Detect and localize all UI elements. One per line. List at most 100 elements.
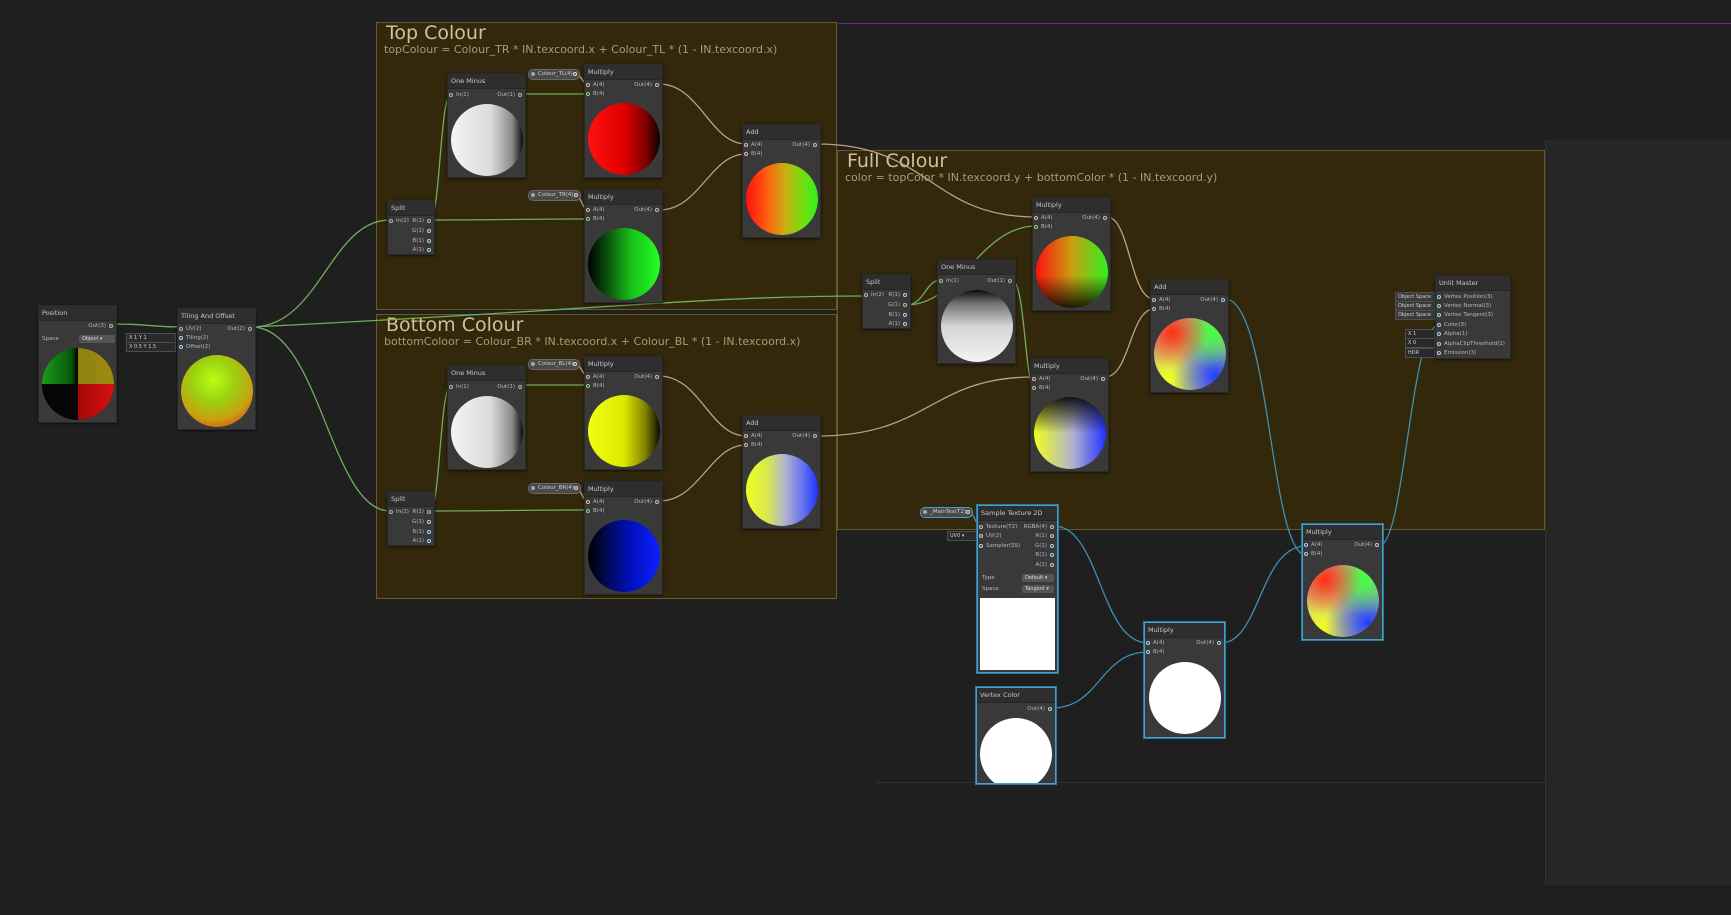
port-in[interactable]: In(1) xyxy=(448,383,469,391)
property-maintex[interactable]: _MainTex(T2) xyxy=(920,507,973,518)
field-value[interactable]: 0.5 xyxy=(134,344,142,350)
port-dot[interactable] xyxy=(655,500,659,504)
port-dot[interactable] xyxy=(1375,543,1379,547)
port-out[interactable]: Out(4) xyxy=(1080,375,1106,383)
port-a[interactable]: A(4) xyxy=(1303,541,1323,549)
port-a[interactable]: A(1) xyxy=(888,320,908,328)
port-dot[interactable] xyxy=(179,336,183,340)
port-b[interactable]: B(1) xyxy=(888,311,908,319)
port-dot[interactable] xyxy=(744,443,748,447)
port-tiling[interactable]: Tiling(2) xyxy=(178,334,209,342)
port-out[interactable]: Out(4) xyxy=(792,432,818,440)
node-split-top[interactable]: Split In(2) R(1) G(1) B(1) A(1) xyxy=(387,200,435,255)
vertex-tangent-space[interactable]: Object Space xyxy=(1395,310,1435,320)
port-out[interactable]: Out(1) xyxy=(497,91,523,99)
port-dot[interactable] xyxy=(1008,279,1012,283)
space-dropdown[interactable]: Tangent ▾ xyxy=(1022,585,1054,593)
port-out[interactable]: Out(1) xyxy=(987,277,1013,285)
node-unlit-master[interactable]: Unlit Master Vertex Position(3) Vertex N… xyxy=(1435,275,1511,359)
port-a[interactable]: A(4) xyxy=(585,206,605,214)
port-g[interactable]: G(1) xyxy=(412,518,432,526)
port-b[interactable]: B(1) xyxy=(412,237,432,245)
port-r[interactable]: R(1) xyxy=(888,291,908,299)
port-dot[interactable] xyxy=(1437,332,1441,336)
port-dot[interactable] xyxy=(586,509,590,513)
port-sampler[interactable]: Sampler(SS) xyxy=(978,542,1020,550)
port-alpha[interactable]: Alpha(1) xyxy=(1436,330,1467,338)
port-dot[interactable] xyxy=(979,534,983,538)
port-texture[interactable]: Texture(T2) xyxy=(978,523,1017,531)
port-b[interactable]: B(4) xyxy=(585,382,605,390)
property-colour-bl[interactable]: Colour_BL(4) xyxy=(528,359,581,370)
port-dot[interactable] xyxy=(979,544,983,548)
node-multiply-br[interactable]: Multiply A(4) B(4) Out(4) xyxy=(584,481,663,595)
port-dot[interactable] xyxy=(1032,377,1036,381)
port-dot[interactable] xyxy=(1152,298,1156,302)
port-dot[interactable] xyxy=(1034,225,1038,229)
port-dot[interactable] xyxy=(1437,313,1441,317)
port-alpha-clip[interactable]: AlphaClipThreshold(1) xyxy=(1436,340,1505,348)
port-out[interactable]: Out(4) xyxy=(1082,214,1108,222)
port-out[interactable]: Out(4) xyxy=(1354,541,1380,549)
field-value[interactable]: 1 xyxy=(143,335,146,341)
port-vertex-tangent[interactable]: Vertex Tangent(3) xyxy=(1436,311,1493,319)
port-dot[interactable] xyxy=(813,434,817,438)
port-dot[interactable] xyxy=(1032,386,1036,390)
node-tiling-and-offset[interactable]: Tiling And Offset UV(2) Tiling(2) Offset… xyxy=(177,308,256,430)
port-out[interactable]: Out(4) xyxy=(634,81,660,89)
node-sample-texture-2d[interactable]: Sample Texture 2D Texture(T2) UV(2) Samp… xyxy=(977,505,1058,673)
port-dot[interactable] xyxy=(586,208,590,212)
port-out[interactable]: Out(4) xyxy=(634,373,660,381)
port-dot[interactable] xyxy=(1437,342,1441,346)
port-dot[interactable] xyxy=(813,143,817,147)
field-value[interactable]: 1 xyxy=(1413,331,1416,337)
port-b[interactable]: B(1) xyxy=(1035,551,1055,559)
port-in[interactable]: In(1) xyxy=(938,277,959,285)
port-dot[interactable] xyxy=(1437,304,1441,308)
shader-graph-canvas[interactable]: Top Colour topColour = Colour_TR * IN.te… xyxy=(0,0,1731,915)
emission-field[interactable]: HDR xyxy=(1405,348,1435,358)
port-a[interactable]: A(1) xyxy=(412,246,432,254)
port-dot[interactable] xyxy=(1034,216,1038,220)
port-a[interactable]: A(4) xyxy=(585,373,605,381)
node-one-minus-full[interactable]: One Minus In(1) Out(1) xyxy=(937,259,1016,364)
port-b[interactable]: B(4) xyxy=(1031,384,1051,392)
port-b[interactable]: B(1) xyxy=(412,528,432,536)
port-dot[interactable] xyxy=(427,239,431,243)
port-r[interactable]: R(1) xyxy=(1035,532,1055,540)
port-out[interactable]: Out(4) xyxy=(634,498,660,506)
port-dot[interactable] xyxy=(427,539,431,543)
port-out[interactable]: Out(4) xyxy=(1200,296,1226,304)
port-dot[interactable] xyxy=(572,72,577,76)
port-b[interactable]: B(4) xyxy=(743,150,763,158)
port-dot[interactable] xyxy=(744,152,748,156)
port-g[interactable]: G(1) xyxy=(412,227,432,235)
port-dot[interactable] xyxy=(1437,295,1441,299)
port-dot[interactable] xyxy=(655,375,659,379)
port-dot[interactable] xyxy=(1050,525,1054,529)
port-dot[interactable] xyxy=(744,434,748,438)
port-r[interactable]: R(1) xyxy=(412,508,432,516)
port-in[interactable]: In(2) xyxy=(388,217,409,225)
property-colour-br[interactable]: Colour_BR(4) xyxy=(528,483,581,494)
port-dot[interactable] xyxy=(1437,351,1441,355)
port-dot[interactable] xyxy=(1152,307,1156,311)
port-a[interactable]: A(4) xyxy=(585,81,605,89)
port-emission[interactable]: Emission(3) xyxy=(1436,349,1476,357)
port-dot[interactable] xyxy=(427,229,431,233)
port-dot[interactable] xyxy=(179,327,183,331)
port-dot[interactable] xyxy=(903,313,907,317)
port-dot[interactable] xyxy=(449,385,453,389)
port-dot[interactable] xyxy=(979,525,983,529)
node-multiply-full-bottom[interactable]: Multiply A(4) B(4) Out(4) xyxy=(1030,358,1109,472)
port-dot[interactable] xyxy=(1221,298,1225,302)
port-dot[interactable] xyxy=(573,362,578,366)
port-dot[interactable] xyxy=(744,143,748,147)
port-b[interactable]: B(4) xyxy=(1151,305,1171,313)
port-b[interactable]: B(4) xyxy=(585,507,605,515)
port-dot[interactable] xyxy=(939,279,943,283)
node-position[interactable]: Position Out(3) Space Object ▾ xyxy=(38,305,117,423)
port-dot[interactable] xyxy=(389,219,393,223)
port-rgba[interactable]: RGBA(4) xyxy=(1024,523,1055,531)
type-dropdown[interactable]: Default ▾ xyxy=(1022,574,1054,582)
